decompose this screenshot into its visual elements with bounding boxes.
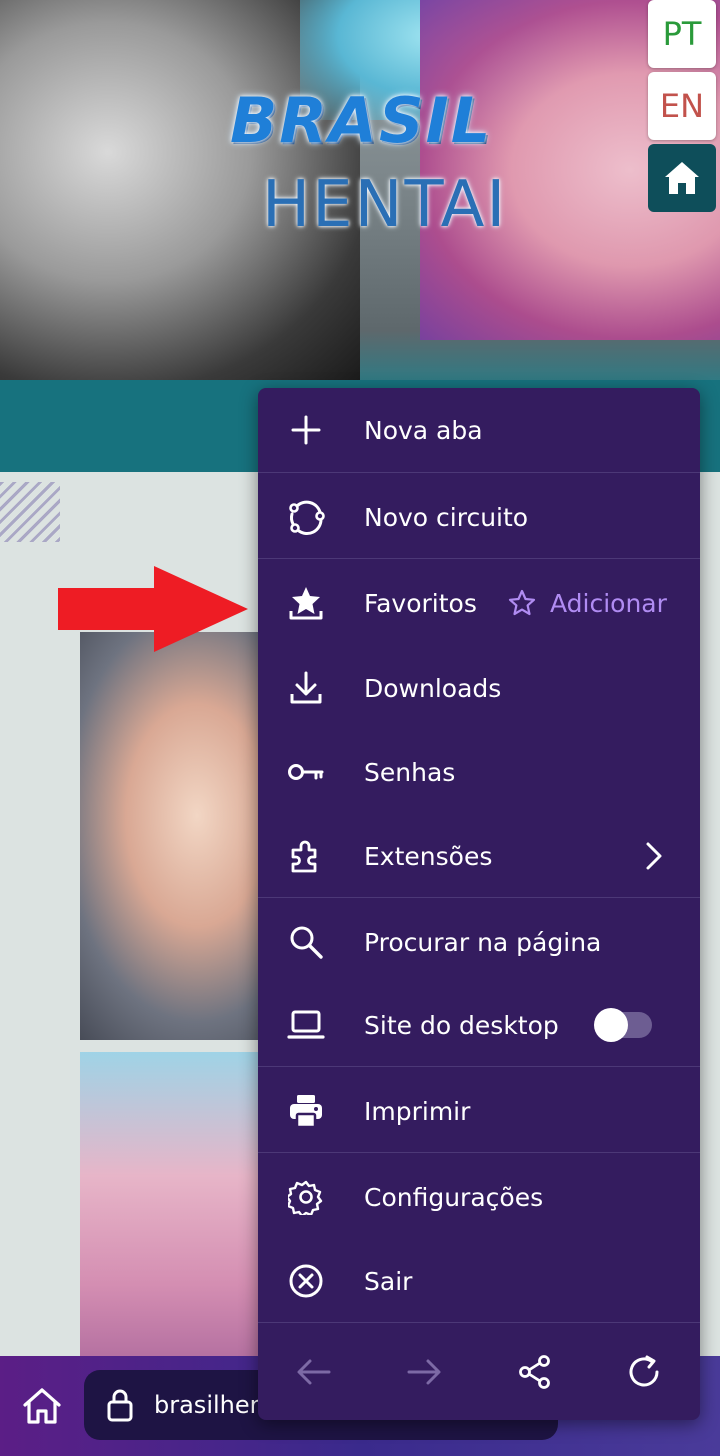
menu-item-label: Downloads [364,673,502,703]
reload-button[interactable] [620,1348,668,1396]
lock-icon [104,1385,136,1425]
menu-item-label: Configurações [364,1182,544,1212]
back-button[interactable] [290,1348,338,1396]
menu-navigation-row [258,1338,700,1408]
menu-item-downloads[interactable]: Downloads [258,646,700,730]
site-home-button[interactable] [648,144,716,212]
download-icon [286,668,326,708]
add-bookmark-label: Adicionar [550,588,667,618]
menu-divider [258,1322,700,1323]
back-arrow-icon [297,1359,331,1385]
add-bookmark-button[interactable]: Adicionar [508,589,667,618]
menu-item-exit[interactable]: Sair [258,1240,700,1322]
close-circle-icon [286,1261,326,1301]
red-arrow-annotation [58,566,248,652]
menu-divider [258,558,700,559]
share-icon [519,1355,550,1389]
forward-arrow-icon [407,1359,441,1385]
decorative-scribble [0,482,60,542]
share-button[interactable] [511,1348,559,1396]
menu-item-new-tab[interactable]: Nova aba [258,388,700,472]
browser-overflow-menu: Nova aba Novo circuito Favoritos Adicion… [258,388,700,1420]
browser-home-button[interactable] [18,1382,66,1430]
menu-item-print[interactable]: Imprimir [258,1068,700,1154]
menu-item-label: Procurar na página [364,927,602,957]
star-outline-icon [508,589,536,616]
laptop-icon [286,1005,326,1045]
menu-item-bookmarks[interactable]: Favoritos Adicionar [258,560,700,646]
menu-item-label: Senhas [364,757,456,787]
menu-item-desktop-site[interactable]: Site do desktop [258,985,700,1065]
printer-icon [286,1091,326,1131]
menu-item-label: Novo circuito [364,502,529,532]
menu-divider [258,897,700,898]
plus-icon [286,410,326,450]
forward-button[interactable] [400,1348,448,1396]
home-icon [665,162,699,194]
menu-item-extensions[interactable]: Extensões [258,814,700,898]
menu-item-passwords[interactable]: Senhas [258,730,700,814]
menu-item-settings[interactable]: Configurações [258,1154,700,1240]
menu-item-label: Site do desktop [364,1010,559,1040]
chevron-right-icon [646,842,662,870]
site-logo-line2[interactable]: HENTAI [262,168,507,242]
desktop-site-toggle[interactable] [594,1008,652,1042]
bookmark-star-icon [286,583,326,623]
menu-item-new-circuit[interactable]: Novo circuito [258,474,700,560]
reload-icon [629,1355,659,1387]
search-icon [286,922,326,962]
home-outline-icon [23,1388,61,1424]
puzzle-icon [286,836,326,876]
menu-item-label: Favoritos [364,588,477,618]
gear-icon [286,1177,326,1217]
address-bar-url: brasilhen [154,1391,265,1419]
menu-item-label: Sair [364,1266,413,1296]
menu-item-label: Extensões [364,841,493,871]
menu-divider [258,1152,700,1153]
menu-item-find-in-page[interactable]: Procurar na página [258,899,700,985]
menu-divider [258,1066,700,1067]
site-logo-line1[interactable]: BRASIL [230,84,492,157]
key-icon [286,752,326,792]
language-en-button[interactable]: EN [648,72,716,140]
menu-item-label: Imprimir [364,1096,471,1126]
circuit-icon [286,497,326,537]
menu-divider [258,472,700,473]
menu-item-label: Nova aba [364,415,483,445]
language-pt-button[interactable]: PT [648,0,716,68]
toggle-knob [594,1008,628,1042]
